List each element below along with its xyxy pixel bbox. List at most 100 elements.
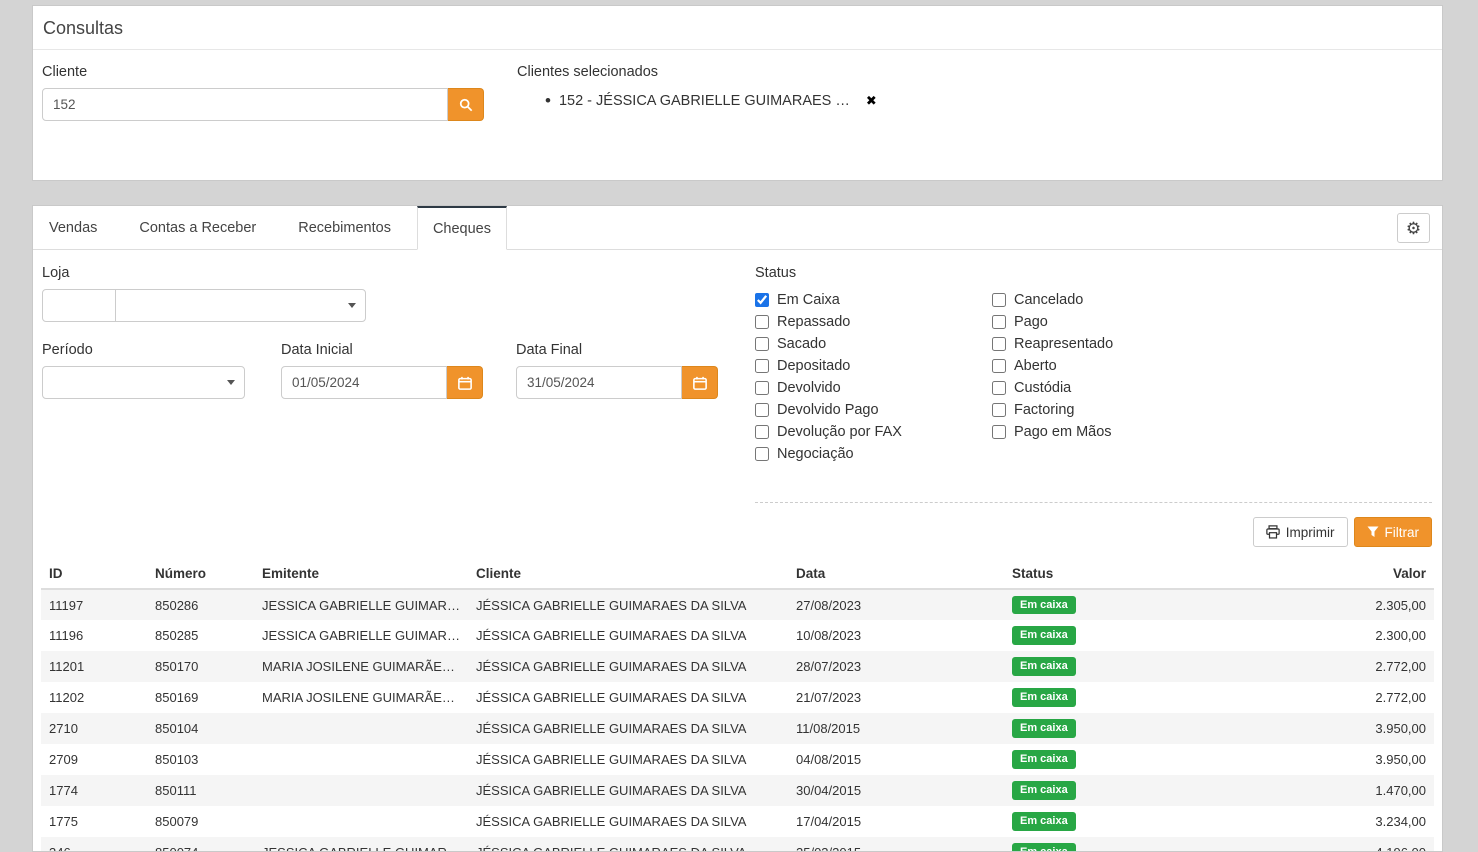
status-option-devolvido[interactable]: Devolvido <box>755 377 902 399</box>
status-checkbox-devolvido[interactable] <box>755 381 769 395</box>
action-buttons: Imprimir Filtrar <box>1253 517 1432 547</box>
status-checkbox-sacado[interactable] <box>755 337 769 351</box>
cell-cliente: JÉSSICA GABRIELLE GUIMARAES DA SILVA <box>468 713 788 744</box>
gear-icon: ⚙ <box>1406 220 1421 237</box>
cell-emitente: MARIA JOSILENE GUIMARÃES SILVA <box>254 651 468 682</box>
column-header-data: Data <box>788 559 1004 589</box>
table-row: 2710850104JÉSSICA GABRIELLE GUIMARAES DA… <box>41 713 1434 744</box>
status-option-label: Em Caixa <box>777 292 840 308</box>
status-checkbox-reapresentado[interactable] <box>992 337 1006 351</box>
status-badge: Em caixa <box>1012 812 1076 830</box>
status-option-label: Cancelado <box>1014 292 1083 308</box>
data-final-input[interactable] <box>516 366 682 399</box>
status-checkbox-devolucao-por-fax[interactable] <box>755 425 769 439</box>
filtrar-button[interactable]: Filtrar <box>1354 517 1433 547</box>
status-option-devolvido-pago[interactable]: Devolvido Pago <box>755 399 902 421</box>
column-header-cliente: Cliente <box>468 559 788 589</box>
cell-id: 11196 <box>41 620 147 651</box>
cell-status: Em caixa <box>1004 713 1220 744</box>
status-option-pago[interactable]: Pago <box>992 311 1113 333</box>
column-header-emitente: Emitente <box>254 559 468 589</box>
table-body: 11197850286JESSICA GABRIELLE GUIMARAES D… <box>41 589 1434 852</box>
cell-emitente <box>254 775 468 806</box>
loja-select-wrap <box>115 289 366 322</box>
status-checkbox-devolvido-pago[interactable] <box>755 403 769 417</box>
periodo-select[interactable] <box>42 366 245 399</box>
cliente-search-group <box>42 88 484 121</box>
column-header-id: ID <box>41 559 147 589</box>
tab-recebimentos[interactable]: Recebimentos <box>282 206 407 249</box>
status-checkbox-cancelado[interactable] <box>992 293 1006 307</box>
cell-cliente: JÉSSICA GABRIELLE GUIMARAES DA SILVA <box>468 744 788 775</box>
status-checkbox-factoring[interactable] <box>992 403 1006 417</box>
loja-code-input[interactable] <box>42 289 116 322</box>
tab-vendas[interactable]: Vendas <box>33 206 113 249</box>
remove-client-icon[interactable]: ✖ <box>866 93 877 109</box>
status-column-2: Cancelado Pago Reapresentado AbertoCustódia… <box>992 289 1113 443</box>
cell-emitente <box>254 806 468 837</box>
status-checkbox-repassado[interactable] <box>755 315 769 329</box>
search-button[interactable] <box>448 88 484 121</box>
tab-contas-a-receber[interactable]: Contas a Receber <box>123 206 272 249</box>
cell-data: 11/08/2015 <box>788 713 1004 744</box>
status-badge: Em caixa <box>1012 688 1076 706</box>
cliente-search-input[interactable] <box>42 88 448 121</box>
status-checkbox-negociacao[interactable] <box>755 447 769 461</box>
cell-emitente: JESSICA GABRIELLE GUIMARAES SILVA <box>254 837 468 852</box>
cell-valor: 2.772,00 <box>1220 651 1434 682</box>
status-option-devolucao-por-fax[interactable]: Devolução por FAX <box>755 421 902 443</box>
data-final-calendar-button[interactable] <box>682 366 718 399</box>
status-option-cancelado[interactable]: Cancelado <box>992 289 1113 311</box>
status-checkbox-custodia[interactable] <box>992 381 1006 395</box>
loja-select[interactable] <box>115 289 366 322</box>
status-option-reapresentado[interactable]: Reapresentado <box>992 333 1113 355</box>
selected-client-label: 152 - JÉSSICA GABRIELLE GUIMARAES … <box>559 93 850 109</box>
status-option-repassado[interactable]: Repassado <box>755 311 902 333</box>
data-inicial-calendar-button[interactable] <box>447 366 483 399</box>
calendar-icon <box>458 376 472 390</box>
settings-button[interactable]: ⚙ <box>1397 213 1430 243</box>
status-checkbox-em-caixa[interactable] <box>755 293 769 307</box>
clientes-selecionados-label: Clientes selecionados <box>517 64 658 80</box>
cell-valor: 3.950,00 <box>1220 744 1434 775</box>
status-option-label: Devolução por FAX <box>777 424 902 440</box>
status-option-negociacao[interactable]: Negociação <box>755 443 902 465</box>
status-checkbox-pago[interactable] <box>992 315 1006 329</box>
status-badge: Em caixa <box>1012 750 1076 768</box>
table-row: 11202850169MARIA JOSILENE GUIMARÃES SILV… <box>41 682 1434 713</box>
cell-valor: 2.772,00 <box>1220 682 1434 713</box>
data-inicial-group <box>281 366 483 399</box>
table-header-row: ID Número Emitente Cliente Data Status V… <box>41 559 1434 589</box>
imprimir-button[interactable]: Imprimir <box>1253 517 1348 547</box>
tab-cheques[interactable]: Cheques <box>417 206 507 250</box>
status-checkbox-depositado[interactable] <box>755 359 769 373</box>
status-option-label: Depositado <box>777 358 850 374</box>
cell-cliente: JÉSSICA GABRIELLE GUIMARAES DA SILVA <box>468 837 788 852</box>
status-option-custodia[interactable]: Custódia <box>992 377 1113 399</box>
periodo-label: Período <box>42 342 93 358</box>
status-option-aberto[interactable]: Aberto <box>992 355 1113 377</box>
status-option-factoring[interactable]: Factoring <box>992 399 1113 421</box>
status-badge: Em caixa <box>1012 843 1076 852</box>
cell-emitente: JESSICA GABRIELLE GUIMARAES D… <box>254 589 468 620</box>
status-option-pago-em-maos[interactable]: Pago em Mãos <box>992 421 1113 443</box>
status-option-label: Sacado <box>777 336 826 352</box>
cell-numero: 850111 <box>147 775 254 806</box>
status-badge: Em caixa <box>1012 657 1076 675</box>
data-inicial-input[interactable] <box>281 366 447 399</box>
results-table: ID Número Emitente Cliente Data Status V… <box>41 559 1434 852</box>
status-option-sacado[interactable]: Sacado <box>755 333 902 355</box>
filter-area: Loja Período Data Inicial <box>33 250 1442 559</box>
data-final-group <box>516 366 718 399</box>
cell-cliente: JÉSSICA GABRIELLE GUIMARAES DA SILVA <box>468 682 788 713</box>
cell-emitente: MARIA JOSILENE GUIMARÃES SILVA <box>254 682 468 713</box>
status-checkbox-pago-em-maos[interactable] <box>992 425 1006 439</box>
status-option-em-caixa[interactable]: Em Caixa <box>755 289 902 311</box>
status-option-label: Reapresentado <box>1014 336 1113 352</box>
loja-label: Loja <box>42 265 69 281</box>
selected-clients-list: 152 - JÉSSICA GABRIELLE GUIMARAES … ✖ <box>545 92 877 109</box>
status-option-depositado[interactable]: Depositado <box>755 355 902 377</box>
status-label: Status <box>755 265 796 281</box>
column-header-numero: Número <box>147 559 254 589</box>
status-checkbox-aberto[interactable] <box>992 359 1006 373</box>
